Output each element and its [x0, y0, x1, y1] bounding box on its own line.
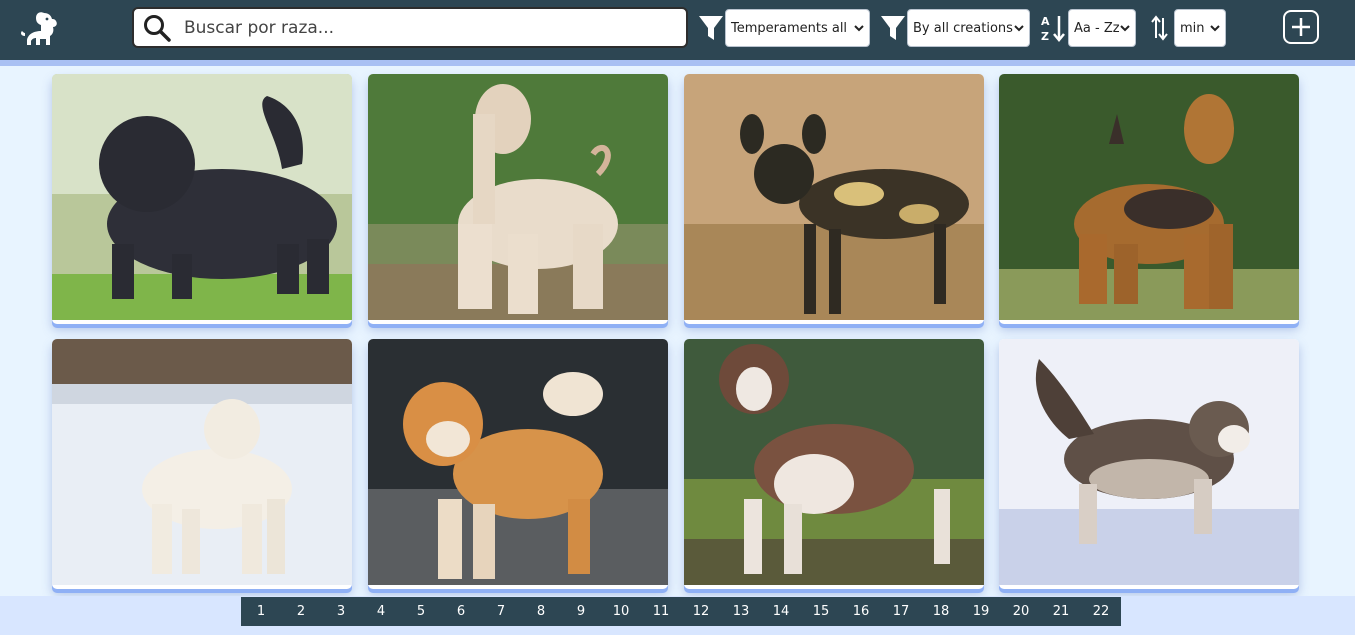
- chevron-down-icon: [854, 25, 864, 32]
- breed-photo: [999, 74, 1299, 320]
- chevron-down-icon: [1210, 25, 1220, 32]
- breed-photo: [684, 74, 984, 320]
- breed-photo: [52, 339, 352, 585]
- pagination: 1 2 3 4 5 6 7 8 9 10 11 12 13 14 15 16 1…: [241, 597, 1121, 626]
- origin-filter-value: By all creations: [913, 20, 1013, 36]
- sort-arrows-icon: [1151, 15, 1168, 41]
- name-order-value: Aa - Zz: [1074, 20, 1120, 36]
- header-divider: [0, 60, 1355, 66]
- dog-logo-icon[interactable]: [16, 9, 62, 49]
- svg-text:Z: Z: [1041, 30, 1049, 43]
- page-link[interactable]: 2: [281, 597, 321, 626]
- plus-icon: [1292, 18, 1310, 36]
- temperament-filter-value: Temperaments all: [731, 20, 848, 36]
- weight-order-select[interactable]: min: [1174, 9, 1226, 47]
- search-icon[interactable]: [142, 13, 172, 43]
- search-box: [132, 7, 688, 48]
- breed-card[interactable]: [52, 74, 352, 324]
- page-link[interactable]: 19: [961, 597, 1001, 626]
- name-order-select[interactable]: Aa - Zz: [1068, 9, 1136, 47]
- breed-card[interactable]: [368, 339, 668, 589]
- weight-order-value: min: [1180, 20, 1205, 36]
- origin-filter-select[interactable]: By all creations: [907, 9, 1030, 47]
- page-link[interactable]: 17: [881, 597, 921, 626]
- breed-photo: [999, 339, 1299, 585]
- page-link[interactable]: 1: [241, 597, 281, 626]
- breed-photo: [368, 339, 668, 585]
- page-link[interactable]: 4: [361, 597, 401, 626]
- breed-card[interactable]: [999, 74, 1299, 324]
- page-link[interactable]: 11: [641, 597, 681, 626]
- chevron-down-icon: [1120, 25, 1130, 32]
- temperament-filter-select[interactable]: Temperaments all: [725, 9, 870, 47]
- page-link[interactable]: 16: [841, 597, 881, 626]
- page-link[interactable]: 22: [1081, 597, 1121, 626]
- page-link[interactable]: 8: [521, 597, 561, 626]
- page-link[interactable]: 6: [441, 597, 481, 626]
- page-link[interactable]: 9: [561, 597, 601, 626]
- add-breed-button[interactable]: [1283, 10, 1319, 44]
- page-link[interactable]: 3: [321, 597, 361, 626]
- breed-photo: [52, 74, 352, 320]
- page-link[interactable]: 10: [601, 597, 641, 626]
- page-link[interactable]: 14: [761, 597, 801, 626]
- chevron-down-icon: [1014, 25, 1024, 32]
- filter-icon: [699, 16, 723, 40]
- page-link[interactable]: 5: [401, 597, 441, 626]
- breed-card[interactable]: [999, 339, 1299, 589]
- breed-card[interactable]: [52, 339, 352, 589]
- sort-alpha-icon: A Z: [1041, 15, 1065, 43]
- page-link[interactable]: 7: [481, 597, 521, 626]
- page-link[interactable]: 15: [801, 597, 841, 626]
- top-navigation-bar: Temperaments all By all creations A Z Aa…: [0, 0, 1355, 60]
- filter-icon: [881, 16, 905, 40]
- svg-text:A: A: [1041, 15, 1050, 28]
- page-link[interactable]: 20: [1001, 597, 1041, 626]
- page-link[interactable]: 21: [1041, 597, 1081, 626]
- breed-card[interactable]: [368, 74, 668, 324]
- breed-card[interactable]: [684, 339, 984, 589]
- page-link[interactable]: 18: [921, 597, 961, 626]
- breed-card[interactable]: [684, 74, 984, 324]
- page-link[interactable]: 12: [681, 597, 721, 626]
- breed-photo: [368, 74, 668, 320]
- search-input[interactable]: [184, 17, 654, 38]
- breed-photo: [684, 339, 984, 585]
- page-link[interactable]: 13: [721, 597, 761, 626]
